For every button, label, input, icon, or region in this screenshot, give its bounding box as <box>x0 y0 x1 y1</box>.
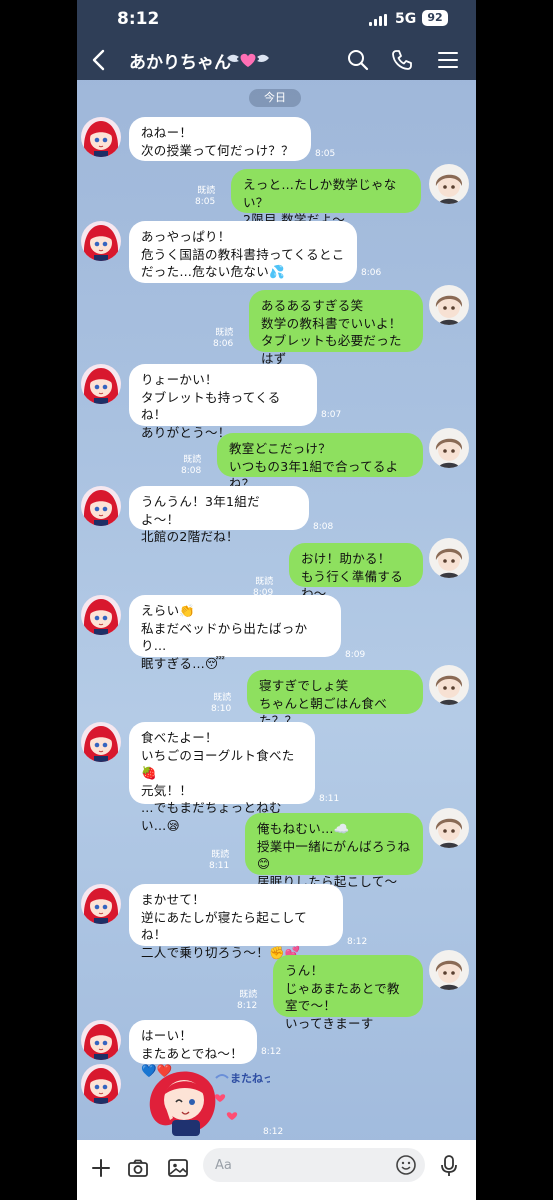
network-label: 5G <box>395 11 417 27</box>
message-time: 8:07 <box>321 410 342 420</box>
message-meta: 既読 8:05 <box>195 186 215 208</box>
sent-message-bubble[interactable]: 教室どこだっけ？ いつもの3年1組で合ってるよね？ <box>217 433 423 491</box>
sent-message-bubble[interactable]: おけ！助かる！ もう行く準備するわ〜 <box>289 543 423 601</box>
message-time: 8:05 <box>195 197 216 207</box>
friend-avatar[interactable] <box>81 221 121 261</box>
friend-avatar[interactable] <box>81 1064 121 1104</box>
message-time: 8:12 <box>237 1001 258 1011</box>
received-message-bubble[interactable]: はーい！ またあとでね〜！💙❤️ <box>129 1020 257 1078</box>
sticker-caption: またねっ！ <box>230 1072 270 1085</box>
message-time: 8:06 <box>213 339 234 349</box>
back-icon[interactable] <box>89 48 109 72</box>
friend-avatar[interactable] <box>81 1020 121 1060</box>
battery-level: 92 <box>422 10 448 26</box>
received-message-bubble[interactable]: 食べたよー！ いちごのヨーグルト食べた🍓 元気！！ …でもまだちょっとねむい…😪 <box>129 722 315 833</box>
message-time: 8:10 <box>211 704 232 714</box>
message-meta: 8:09 <box>345 650 365 661</box>
message-meta: 8:07 <box>321 410 341 421</box>
friend-avatar[interactable] <box>81 364 121 404</box>
received-message-bubble[interactable]: えらい👏 私まだベッドから出たばっかり… 眠すぎる…😴 <box>129 595 341 671</box>
plus-icon[interactable] <box>89 1156 113 1180</box>
my-avatar[interactable] <box>429 428 469 468</box>
sent-message-bubble[interactable]: 俺もねむい…☁️ 授業中一緒にがんばろうね😊 居眠りしたら起こして〜 <box>245 813 423 889</box>
message-input[interactable] <box>203 1148 425 1182</box>
friend-avatar[interactable] <box>81 486 121 526</box>
message-time: 8:11 <box>319 794 340 804</box>
sticker-image[interactable]: またねっ！ <box>132 1062 270 1138</box>
read-receipt: 既読 <box>213 693 232 703</box>
chat-screen: 8:12 5G 92 あかりちゃん 今日 ねねー！ 次の授業って何だっけ？？ 8… <box>77 0 476 1200</box>
mic-icon[interactable] <box>439 1154 459 1178</box>
input-bar <box>77 1140 476 1200</box>
camera-icon[interactable] <box>126 1156 150 1180</box>
message-meta: 既読 8:11 <box>209 850 229 872</box>
message-time: 8:12 <box>261 1047 282 1057</box>
date-separator: 今日 <box>249 89 301 107</box>
image-icon[interactable] <box>166 1156 190 1180</box>
message-meta: 8:11 <box>319 794 339 805</box>
status-time: 8:12 <box>117 9 160 29</box>
phone-icon[interactable] <box>390 48 414 72</box>
message-meta: 8:06 <box>361 268 381 279</box>
chat-title[interactable]: あかりちゃん <box>129 48 231 73</box>
my-avatar[interactable] <box>429 538 469 578</box>
read-receipt: 既読 <box>183 455 202 465</box>
received-message-bubble[interactable]: あっやっぱり！ 危うく国語の教科書持ってくるとこ だった…危ない危ない💦 <box>129 221 357 283</box>
signal-icon <box>369 14 389 26</box>
friend-avatar[interactable] <box>81 117 121 157</box>
sent-message-bubble[interactable]: えっと…たしか数学じゃない？ 2限目 数学だよ〜 <box>231 169 421 227</box>
winged-heart-icon <box>227 53 269 67</box>
message-time: 8:06 <box>361 268 382 278</box>
message-meta: 既読 8:08 <box>181 455 201 477</box>
friend-avatar[interactable] <box>81 722 121 762</box>
sent-message-bubble[interactable]: 寝すぎでしょ笑 ちゃんと朝ごはん食べた？？ <box>247 670 423 728</box>
message-time: 8:09 <box>345 650 366 660</box>
my-avatar[interactable] <box>429 285 469 325</box>
message-meta: 既読 8:10 <box>211 693 231 715</box>
menu-icon[interactable] <box>436 48 460 72</box>
message-time: 8:12 <box>263 1127 284 1137</box>
read-receipt: 既読 <box>239 990 258 1000</box>
message-meta: 既読 8:06 <box>213 328 233 350</box>
received-message-bubble[interactable]: ねねー！ 次の授業って何だっけ？？ <box>129 117 311 161</box>
received-message-bubble[interactable]: うんうん！3年1組だよ〜！ 北館の2階だね！ <box>129 486 309 544</box>
my-avatar[interactable] <box>429 164 469 204</box>
friend-avatar[interactable] <box>81 595 121 635</box>
message-time: 8:12 <box>347 937 368 947</box>
message-time: 8:05 <box>315 149 336 159</box>
message-time: 8:08 <box>313 522 334 532</box>
message-meta: 8:05 <box>315 149 335 160</box>
emoji-icon[interactable] <box>395 1154 417 1176</box>
message-meta: 8:08 <box>313 522 333 533</box>
sent-message-bubble[interactable]: うん！ じゃあまたあとで教室で〜！ いってきまーす <box>273 955 423 1031</box>
friend-avatar[interactable] <box>81 884 121 924</box>
message-meta: 8:12 <box>347 937 367 948</box>
received-message-bubble[interactable]: りょーかい！ タブレットも持ってくるね！ ありがとう〜！ <box>129 364 317 440</box>
read-receipt: 既読 <box>255 577 274 587</box>
sent-message-bubble[interactable]: あるあるすぎる笑 数学の教科書でいいよ！ タブレットも必要だったはず <box>249 290 423 366</box>
my-avatar[interactable] <box>429 808 469 848</box>
chat-header: あかりちゃん <box>77 40 476 80</box>
read-receipt: 既読 <box>197 186 216 196</box>
search-icon[interactable] <box>346 48 370 72</box>
my-avatar[interactable] <box>429 950 469 990</box>
message-meta: 既読 8:12 <box>237 990 257 1012</box>
my-avatar[interactable] <box>429 665 469 705</box>
message-meta: 8:12 <box>261 1047 281 1058</box>
read-receipt: 既読 <box>211 850 230 860</box>
received-message-bubble[interactable]: まかせて！ 逆にあたしが寝たら起こしてね！ 二人で乗り切ろう〜！✊💕 <box>129 884 343 960</box>
message-time: 8:08 <box>181 466 202 476</box>
status-bar: 8:12 5G 92 <box>77 0 476 40</box>
read-receipt: 既読 <box>215 328 234 338</box>
message-time: 8:11 <box>209 861 230 871</box>
